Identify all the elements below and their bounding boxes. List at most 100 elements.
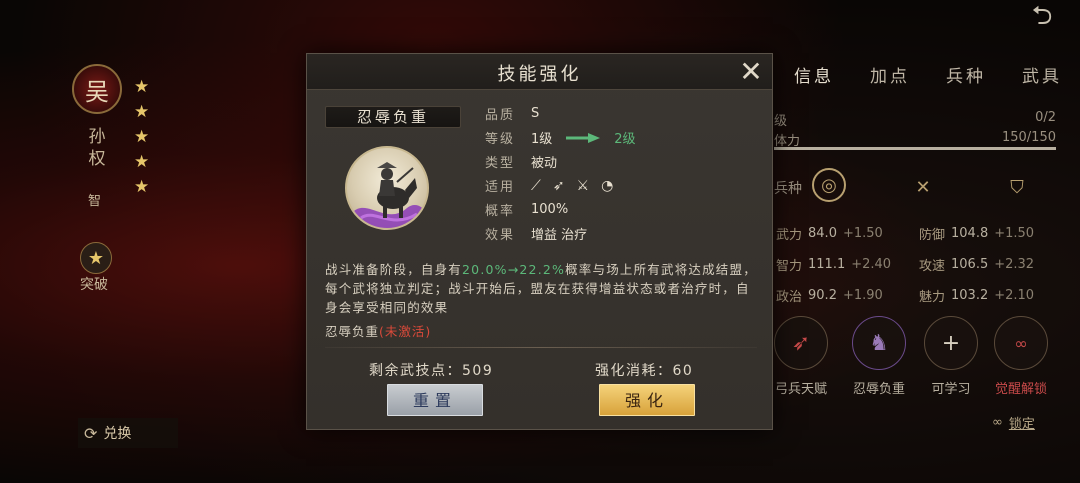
- star-rating: ★ ★ ★ ★ ★: [134, 78, 149, 196]
- stat-name: 政治: [776, 290, 803, 305]
- rank-row: 级 0/2: [774, 110, 1056, 129]
- stat-name: 防御: [919, 228, 946, 243]
- skill-slot-label: 忍辱负重: [852, 382, 905, 397]
- back-button[interactable]: ⮌: [1018, 1, 1066, 32]
- lock-icon: ∞: [1014, 333, 1028, 353]
- skill-name: 忍辱负重: [325, 106, 461, 128]
- skill-strengthen-dialog: 技能强化 ✕ 忍辱负重 品质 S 等级 1级 2级 类型 被动 适用 ⟋ ➶ ⚔…: [306, 53, 773, 430]
- attr-value: S: [531, 106, 540, 121]
- description-text: 战斗准备阶段，自身有: [325, 262, 463, 277]
- star-icon: ★: [134, 152, 150, 172]
- stat-row: 武力 84.0 +1.50 防御 104.8 +1.50: [776, 218, 1062, 249]
- stat-bonus: +1.50: [994, 226, 1035, 241]
- skill-status: 忍辱负重(未激活): [325, 321, 431, 340]
- lock-toggle[interactable]: ∞ 锁定: [992, 413, 1035, 432]
- stat-speed: 攻速 106.5 +2.32: [919, 255, 1062, 274]
- skill-slots: ➶ 弓兵天赋 ♞ 忍辱负重 + 可学习 ∞ 觉醒解锁: [768, 314, 1068, 397]
- bow-troop-icon[interactable]: ◎: [812, 168, 846, 202]
- hero-name: 孙权: [88, 127, 106, 169]
- attr-value: 被动: [531, 156, 558, 171]
- dialog-header: 技能强化 ✕: [307, 54, 772, 90]
- attr-label: 类型: [485, 156, 516, 171]
- skill-slot-equipped[interactable]: ♞: [852, 316, 906, 370]
- rank-label: 级: [774, 114, 788, 129]
- link-icon: ∞: [992, 415, 1003, 430]
- close-button[interactable]: ✕: [736, 57, 766, 87]
- faction-badge: 吴: [72, 64, 122, 114]
- description-highlight: 20.0%→22.2%: [462, 262, 566, 277]
- attr-applicable: 适用 ⟋ ➶ ⚔ ◔: [485, 176, 613, 196]
- lock-label: 锁定: [1008, 417, 1035, 432]
- star-icon: ★: [134, 77, 150, 97]
- tab-points[interactable]: 加点: [852, 62, 928, 87]
- stat-bonus: +2.32: [994, 257, 1035, 272]
- stat-name: 武力: [776, 228, 803, 243]
- reset-button[interactable]: 重置: [387, 384, 483, 416]
- star-icon: ★: [134, 102, 150, 122]
- attr-label: 适用: [485, 180, 516, 195]
- stat-bonus: +1.50: [842, 226, 883, 241]
- attr-label: 品质: [485, 108, 516, 123]
- stat-politics: 政治 90.2 +1.90: [776, 286, 919, 305]
- remaining-points: 剩余武技点：509: [369, 363, 494, 379]
- stat-row: 政治 90.2 +1.90 魅力 103.2 +2.10: [776, 280, 1062, 311]
- tab-equipment[interactable]: 武具: [1004, 62, 1080, 87]
- skill-description: 战斗准备阶段，自身有20.0%→22.2%概率与场上所有武将达成结盟，每个武将独…: [325, 260, 757, 317]
- bow-icon: ➶: [552, 177, 565, 194]
- stat-bonus: +2.40: [851, 257, 892, 272]
- skill-slot-learnable[interactable]: +: [924, 316, 978, 370]
- stat-value: 104.8: [951, 226, 989, 241]
- breakthrough-button[interactable]: ★: [80, 242, 112, 274]
- stat-defense: 防御 104.8 +1.50: [919, 224, 1062, 243]
- attr-label: 概率: [485, 204, 516, 219]
- skill-portrait: [345, 146, 429, 230]
- stat-bonus: +1.90: [842, 288, 883, 303]
- stat-row: 智力 111.1 +2.40 攻速 106.5 +2.32: [776, 249, 1062, 280]
- stat-value: 84.0: [808, 226, 837, 241]
- rank-value: 0/2: [1035, 110, 1056, 125]
- spear-icon: ⟋: [531, 177, 541, 194]
- skill-slot-awaken[interactable]: ∞: [994, 316, 1048, 370]
- stat-value: 111.1: [808, 257, 846, 272]
- skill-slot-talent[interactable]: ➶: [774, 316, 828, 370]
- stat-value: 103.2: [951, 288, 989, 303]
- talent-skill-icon: ➶: [791, 330, 811, 356]
- stat-intelligence: 智力 111.1 +2.40: [776, 255, 919, 274]
- troop-label: 兵种: [774, 181, 802, 197]
- exchange-label: 兑换: [103, 426, 132, 442]
- hero-stats: 武力 84.0 +1.50 防御 104.8 +1.50 智力 111.1 +2…: [776, 218, 1062, 311]
- level-next: 2级: [614, 132, 636, 147]
- strengthen-button[interactable]: 强化: [599, 384, 695, 416]
- arrow-right-icon: [566, 132, 601, 143]
- status-inactive: (未激活): [379, 324, 432, 339]
- horseman-skill-icon: ♞: [869, 330, 889, 356]
- skill-slot-label: 可学习: [931, 382, 971, 397]
- stat-value: 90.2: [808, 288, 837, 303]
- divider: [325, 347, 757, 348]
- swap-icon: ⟳: [84, 423, 98, 443]
- attr-rate: 概率 100%: [485, 200, 568, 219]
- attr-effect: 效果 增益 治疗: [485, 224, 587, 243]
- stat-name: 攻速: [919, 259, 946, 274]
- attr-value: 100%: [531, 202, 569, 217]
- dagger-icon: ⚔: [576, 177, 590, 194]
- stat-name: 智力: [776, 259, 803, 274]
- status-skill-name: 忍辱负重: [325, 324, 380, 339]
- close-icon: ✕: [739, 55, 763, 88]
- exchange-button[interactable]: ⟳ 兑换: [78, 418, 178, 448]
- stat-bonus: +2.10: [994, 288, 1035, 303]
- skill-slot-label: 觉醒解锁: [994, 382, 1047, 397]
- attr-level: 等级 1级 2级: [485, 128, 636, 147]
- tab-troops[interactable]: 兵种: [928, 62, 1004, 87]
- crossbow-troop-icon[interactable]: ✕: [906, 170, 940, 204]
- fan-icon: ◔: [601, 177, 614, 194]
- stat-charisma: 魅力 103.2 +2.10: [919, 286, 1062, 305]
- attr-label: 效果: [485, 228, 516, 243]
- strengthen-cost: 强化消耗：60: [595, 363, 694, 379]
- tab-info[interactable]: 信息: [776, 62, 852, 87]
- attr-quality: 品质 S: [485, 104, 539, 123]
- star-icon: ★: [134, 177, 150, 197]
- stat-value: 106.5: [951, 257, 989, 272]
- shield-troop-icon[interactable]: ⛉: [1000, 170, 1034, 204]
- applicable-weapons: ⟋ ➶ ⚔ ◔: [531, 178, 613, 194]
